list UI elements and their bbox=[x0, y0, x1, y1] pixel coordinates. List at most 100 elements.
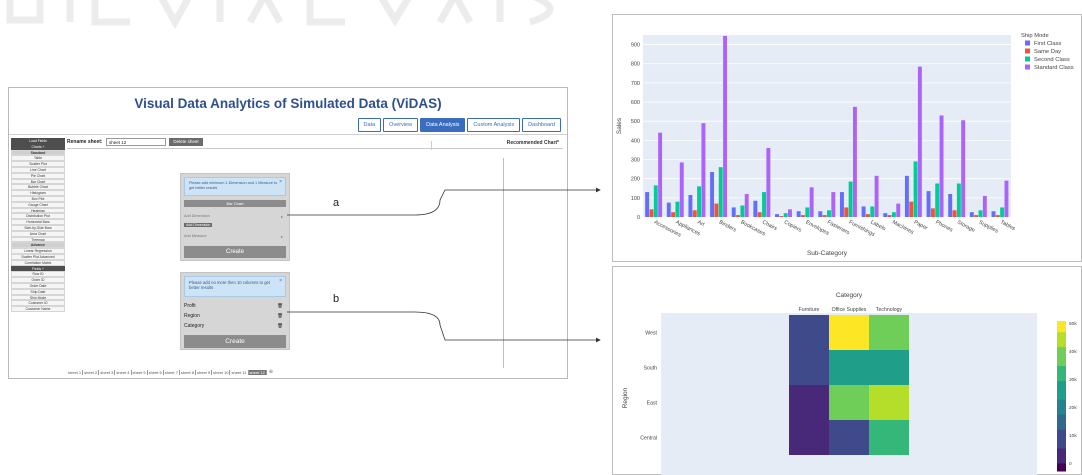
heatmap-cell bbox=[869, 385, 909, 420]
legend-entry: Same Day bbox=[1034, 49, 1061, 55]
colorbar-tick-label: 30k bbox=[1069, 377, 1077, 383]
bar bbox=[939, 115, 944, 217]
x-tick-label: Technology bbox=[876, 307, 903, 313]
colorbar-tick-label: 40k bbox=[1069, 349, 1077, 355]
y-tick-label: 200 bbox=[631, 177, 640, 183]
y-tick-label: 400 bbox=[631, 138, 640, 144]
bar bbox=[740, 205, 745, 217]
bar bbox=[1004, 180, 1009, 217]
bar bbox=[809, 187, 814, 217]
colorbar-segment bbox=[1057, 463, 1066, 468]
colorbar-segment bbox=[1057, 437, 1066, 442]
bar bbox=[801, 215, 805, 217]
bar bbox=[961, 120, 966, 217]
colorbar-segment bbox=[1057, 441, 1066, 446]
heatmap-cell bbox=[869, 315, 909, 350]
x-tick-label: Supplies bbox=[978, 219, 1000, 234]
bar bbox=[874, 175, 879, 217]
bar-chart-panel: 0 100 200 300 400 500 600 700 800 900 Accessories A… bbox=[612, 14, 1082, 262]
colorbar-segment bbox=[1057, 459, 1066, 464]
colorbar-segment bbox=[1057, 403, 1066, 408]
colorbar-segment bbox=[1057, 358, 1066, 363]
bar bbox=[831, 192, 836, 217]
colorbar-segment bbox=[1057, 411, 1066, 416]
legend-swatch bbox=[1025, 48, 1030, 54]
bar bbox=[909, 201, 914, 217]
bar bbox=[982, 195, 987, 217]
bar bbox=[848, 181, 853, 217]
bar bbox=[714, 203, 719, 217]
bar bbox=[783, 213, 788, 217]
bar bbox=[917, 66, 922, 217]
colorbar-segment bbox=[1057, 373, 1066, 378]
bar bbox=[913, 161, 918, 217]
legend-entry: First Class bbox=[1034, 41, 1061, 47]
bar bbox=[827, 210, 831, 217]
colorbar-segment bbox=[1057, 343, 1066, 348]
colorbar-segment bbox=[1057, 324, 1066, 329]
bar bbox=[697, 186, 702, 217]
bar bbox=[822, 215, 827, 217]
y-tick-label: West bbox=[645, 331, 657, 337]
bar bbox=[666, 202, 671, 217]
colorbar-segment bbox=[1057, 354, 1066, 359]
x-tick-label: Fasteners bbox=[826, 219, 851, 236]
y-tick-label: 600 bbox=[631, 100, 640, 106]
heatmap-cell bbox=[789, 420, 829, 455]
heatmap-title: Category bbox=[836, 292, 863, 299]
bar bbox=[645, 192, 650, 217]
x-tick-label: Phones bbox=[934, 219, 954, 233]
bar bbox=[891, 212, 896, 217]
bar bbox=[766, 148, 771, 217]
x-tick-label: Envelopes bbox=[804, 219, 830, 236]
bar bbox=[861, 206, 866, 217]
heatmap-cell bbox=[829, 350, 869, 385]
y-tick-label: Central bbox=[640, 436, 657, 442]
bar bbox=[805, 207, 810, 217]
bar bbox=[818, 211, 823, 217]
bar bbox=[779, 216, 784, 217]
bar bbox=[710, 171, 715, 217]
bar bbox=[926, 191, 931, 217]
x-tick-label: Art bbox=[696, 219, 705, 228]
bar bbox=[904, 175, 909, 217]
colorbar-segment bbox=[1057, 384, 1066, 389]
colorbar-segment bbox=[1057, 377, 1066, 382]
colorbar-segment bbox=[1057, 448, 1066, 453]
bar bbox=[701, 123, 706, 217]
bar bbox=[753, 200, 758, 217]
colorbar-segment bbox=[1057, 381, 1066, 386]
colorbar-segment bbox=[1057, 467, 1066, 472]
y-tick-label: 0 bbox=[637, 215, 640, 221]
colorbar-segment bbox=[1057, 369, 1066, 374]
colorbar-segment bbox=[1057, 339, 1066, 344]
bar bbox=[796, 211, 801, 217]
colorbar-segment bbox=[1057, 392, 1066, 397]
x-tick-label: Machines bbox=[891, 219, 915, 235]
bar bbox=[870, 206, 875, 217]
colorbar-segment bbox=[1057, 351, 1066, 356]
bar bbox=[679, 162, 684, 217]
legend-title: Ship Mode bbox=[1021, 33, 1049, 39]
connector-arrow-a bbox=[287, 187, 601, 216]
heatmap-cell bbox=[789, 350, 829, 385]
legend-entry: Second Class bbox=[1034, 57, 1070, 63]
colorbar-segment bbox=[1057, 456, 1066, 461]
heatmap-cell bbox=[789, 315, 829, 350]
bar bbox=[948, 194, 953, 217]
colorbar-segment bbox=[1057, 388, 1066, 393]
bar bbox=[649, 209, 654, 217]
bar bbox=[736, 215, 741, 217]
bar bbox=[688, 194, 693, 217]
colorbar-segment bbox=[1057, 399, 1066, 404]
colorbar-segment bbox=[1057, 362, 1066, 367]
bar bbox=[896, 203, 901, 217]
bar bbox=[692, 210, 697, 217]
bar bbox=[718, 167, 723, 217]
colorbar-tick-label: 50k bbox=[1069, 321, 1077, 327]
colorbar-tick-label: 10k bbox=[1069, 433, 1077, 439]
legend-swatch bbox=[1025, 40, 1030, 46]
heatmap-cell bbox=[869, 350, 909, 385]
colorbar-segment bbox=[1057, 321, 1066, 326]
bar bbox=[883, 213, 888, 217]
